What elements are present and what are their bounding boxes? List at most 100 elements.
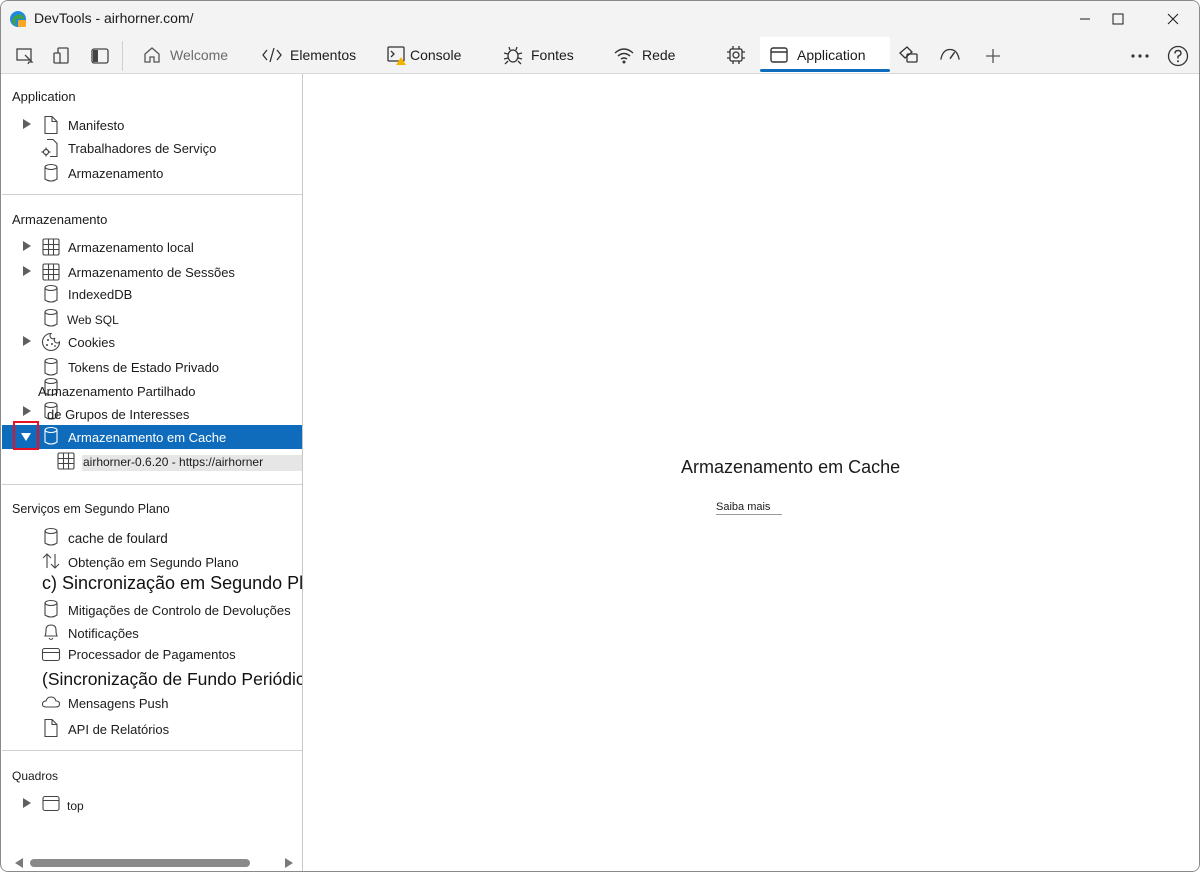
expand-arrow-icon[interactable] bbox=[23, 119, 31, 129]
cookie-icon bbox=[41, 332, 61, 352]
sidebar-item-background-fetch[interactable]: Obtenção em Segundo Plano bbox=[2, 550, 302, 572]
home-icon bbox=[141, 44, 163, 66]
expand-arrow-icon[interactable] bbox=[23, 241, 31, 251]
sidebar-item-cache-storage[interactable]: Armazenamento em Cache bbox=[2, 425, 302, 449]
tab-console[interactable]: Console bbox=[386, 37, 476, 73]
expand-arrow-icon[interactable] bbox=[23, 266, 31, 276]
tab-label: Rede bbox=[642, 47, 676, 63]
section-header-frames: Quadros bbox=[12, 769, 59, 783]
expand-arrow-icon[interactable] bbox=[23, 336, 31, 346]
document-icon bbox=[41, 718, 61, 738]
sidebar-item-notifications[interactable]: Notificações bbox=[2, 621, 302, 643]
expand-arrow-icon[interactable] bbox=[23, 406, 31, 416]
sidebar-item-cookies[interactable]: Cookies bbox=[2, 331, 302, 353]
database-icon bbox=[41, 599, 61, 619]
grid-icon bbox=[41, 237, 61, 257]
grid-icon bbox=[41, 262, 61, 282]
sidebar-item-push-messaging[interactable]: Mensagens Push bbox=[2, 691, 302, 713]
tab-sources[interactable]: Fontes bbox=[502, 37, 582, 73]
sidebar-item-private-state-tokens[interactable]: Tokens de Estado Privado bbox=[2, 356, 302, 378]
sidebar-item-bounce-tracking[interactable]: Mitigações de Controlo de Devoluções bbox=[2, 598, 302, 620]
sidebar-item-storage-overview[interactable]: Armazenamento bbox=[2, 162, 302, 184]
database-icon bbox=[41, 426, 61, 446]
window-title: DevTools - airhorner.com/ bbox=[34, 10, 194, 26]
gear-document-icon bbox=[41, 138, 61, 158]
grid-icon bbox=[56, 451, 76, 471]
scroll-right-arrow-icon[interactable] bbox=[285, 858, 293, 868]
document-icon bbox=[41, 115, 61, 135]
database-icon bbox=[41, 284, 61, 304]
section-divider bbox=[2, 750, 302, 751]
section-header-application: Application bbox=[12, 89, 76, 104]
sidebar-horizontal-scrollbar[interactable] bbox=[2, 854, 302, 871]
database-icon bbox=[41, 163, 61, 183]
cpu-icon bbox=[725, 44, 747, 66]
tab-label: Application bbox=[797, 47, 866, 63]
devtools-toolbar: Welcome Elementos Console Fontes Rede Ap… bbox=[1, 37, 1199, 74]
sidebar-item-manifest[interactable]: Manifesto bbox=[2, 114, 302, 136]
inspect-element-icon[interactable] bbox=[14, 45, 36, 67]
section-divider bbox=[2, 194, 302, 195]
tab-label: Fontes bbox=[531, 47, 574, 63]
scroll-left-arrow-icon[interactable] bbox=[15, 858, 23, 868]
sidebar-item-back-forward-cache[interactable]: cache de foulard bbox=[2, 526, 302, 548]
dock-side-icon[interactable] bbox=[89, 45, 111, 67]
tab-label: Welcome bbox=[170, 47, 229, 63]
database-icon bbox=[41, 357, 61, 377]
sidebar-item-payment-handler[interactable]: Processador de Pagamentos bbox=[2, 643, 302, 665]
sidebar-item-periodic-sync[interactable]: (Sincronização de Fundo Periódica D bbox=[42, 669, 302, 690]
bug-icon bbox=[502, 44, 524, 66]
section-header-storage: Armazenamento bbox=[12, 212, 108, 227]
toolbar-separator bbox=[122, 41, 123, 71]
sidebar-item-web-sql[interactable]: Web SQL bbox=[2, 307, 302, 329]
sidebar-item-session-storage[interactable]: Armazenamento de Sessões bbox=[2, 261, 302, 283]
sidebar-item-background-sync[interactable]: c) Sincronização em Segundo Plano bbox=[42, 573, 302, 594]
paint-icon bbox=[897, 44, 919, 66]
tab-network[interactable]: Rede bbox=[613, 37, 683, 73]
add-tab-icon[interactable] bbox=[982, 45, 1004, 67]
devtools-window: DevTools - airhorner.com/ Welcome Elemen… bbox=[0, 0, 1200, 872]
tab-label: Elementos bbox=[290, 47, 357, 63]
sidebar-item-interest-groups[interactable]: de Grupos de Interesses bbox=[47, 407, 189, 422]
scrollbar-thumb[interactable] bbox=[30, 859, 250, 867]
maximize-button[interactable] bbox=[1095, 1, 1141, 37]
empty-state-title: Armazenamento em Cache bbox=[681, 457, 901, 477]
bell-icon bbox=[41, 622, 61, 642]
tab-elements[interactable]: Elementos bbox=[261, 37, 361, 73]
section-header-background-services: Serviços em Segundo Plano bbox=[12, 502, 170, 516]
highlight-annotation bbox=[13, 421, 39, 450]
tab-welcome[interactable]: Welcome bbox=[141, 37, 241, 73]
credit-card-icon bbox=[41, 644, 61, 664]
database-icon bbox=[41, 308, 61, 328]
close-button[interactable] bbox=[1150, 1, 1196, 37]
tab-performance[interactable] bbox=[725, 37, 751, 73]
device-emulation-icon[interactable] bbox=[51, 45, 73, 67]
title-bar: DevTools - airhorner.com/ bbox=[1, 1, 1199, 37]
learn-more-link[interactable]: Saiba mais bbox=[716, 501, 783, 515]
main-panel: Armazenamento em Cache Saiba mais bbox=[304, 74, 1199, 871]
code-icon bbox=[261, 44, 283, 66]
tab-label: Console bbox=[410, 47, 462, 63]
edge-devtools-icon bbox=[9, 10, 27, 28]
sidebar-item-frame-top[interactable]: top bbox=[2, 793, 302, 815]
sidebar-item-local-storage[interactable]: Armazenamento local bbox=[2, 236, 302, 258]
tab-lighthouse[interactable] bbox=[939, 37, 965, 73]
gauge-icon bbox=[939, 44, 961, 66]
database-icon bbox=[41, 527, 61, 547]
application-sidebar: Application Manifesto Trabalhadores de S… bbox=[2, 74, 303, 871]
cache-entry-label: airhorner-0.6.20 - https://airhorner bbox=[83, 455, 264, 469]
up-down-arrows-icon bbox=[41, 551, 61, 571]
frame-window-icon bbox=[41, 794, 61, 814]
sidebar-item-shared-storage[interactable]: Armazenamento Partilhado bbox=[38, 384, 196, 399]
expand-arrow-icon[interactable] bbox=[23, 798, 31, 808]
sidebar-item-reporting-api[interactable]: API de Relatórios bbox=[2, 717, 302, 739]
sidebar-item-service-workers[interactable]: Trabalhadores de Serviço bbox=[2, 137, 302, 159]
help-icon[interactable] bbox=[1167, 45, 1189, 67]
tab-rendering[interactable] bbox=[897, 37, 923, 73]
console-warning-icon bbox=[386, 44, 408, 66]
more-options-icon[interactable] bbox=[1129, 45, 1151, 67]
sidebar-item-indexeddb[interactable]: IndexedDB bbox=[2, 283, 302, 305]
tab-application[interactable]: Application bbox=[760, 37, 890, 73]
application-icon bbox=[768, 44, 790, 66]
cloud-icon bbox=[41, 692, 61, 712]
